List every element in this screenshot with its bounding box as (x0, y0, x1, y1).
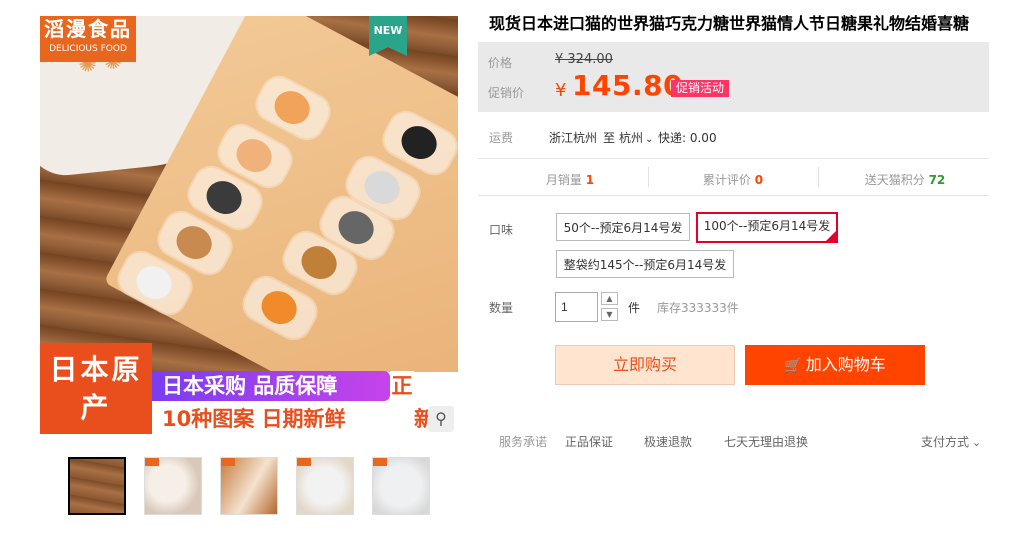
divider (478, 158, 989, 159)
price-panel: 价格 ¥ 324.00 促销价 ¥ 145.80 促销活动 (478, 42, 989, 112)
payment-methods-toggle[interactable]: 支付方式 ⌄ (921, 433, 981, 450)
flavor-option-whole-bag[interactable]: 整袋约145个--预定6月14号发 (556, 250, 734, 278)
service-item-genuine[interactable]: 正品保证 (565, 433, 613, 450)
promo-badge[interactable]: 促销活动 (671, 80, 730, 97)
thumbnail-2[interactable] (144, 457, 202, 515)
total-reviews-label: 累计评价 (702, 173, 751, 187)
flavor-label: 口味 (489, 223, 514, 237)
service-item-seven-day-return[interactable]: 七天无理由退换 (724, 433, 808, 450)
shipping-to-word: 至 (603, 131, 616, 145)
shipping-destination-select[interactable]: 杭州 ⌄ (619, 129, 653, 146)
thumbnail-4[interactable] (296, 457, 354, 515)
add-to-cart-button[interactable]: 🛒 加入购物车 (745, 345, 925, 385)
quantity-increase-button[interactable]: ▲ (601, 292, 618, 305)
promo-price: 145.80 (572, 69, 684, 102)
promo-price-label: 促销价 (488, 86, 525, 100)
thumbnail-1[interactable] (68, 457, 126, 515)
flavor-option-100-selected[interactable]: 100个--预定6月14号发 (696, 212, 838, 243)
add-to-cart-label: 加入购物车 (805, 355, 886, 374)
selected-check-icon (826, 231, 836, 241)
flavor-option-50[interactable]: 50个--预定6月14号发 (556, 213, 690, 241)
monthly-sales: 月销量 1 (520, 171, 620, 188)
shipping-label: 运费 (489, 131, 514, 145)
brand-logo-cn: 滔漫食品 (44, 17, 132, 41)
service-item-fast-refund[interactable]: 极速退款 (644, 433, 692, 450)
tmall-points: 送天猫积分 72 (850, 171, 960, 188)
quantity-unit: 件 (628, 301, 641, 315)
total-reviews-value: 0 (754, 173, 764, 187)
tmall-points-label: 送天猫积分 (864, 173, 925, 187)
shipping-from: 浙江杭州 (549, 131, 598, 145)
product-title: 现货日本进口猫的世界猫巧克力糖世界猫情人节日糖果礼物结婚喜糖 (489, 14, 970, 33)
brand-logo-en: DELICIOUS FOOD (49, 44, 127, 54)
original-price: ¥ 324.00 (555, 52, 613, 67)
divider (478, 195, 989, 196)
monthly-sales-value: 1 (585, 173, 595, 187)
banner-tag-quality: 日本采购 品质保障 (152, 371, 390, 401)
quantity-label: 数量 (489, 301, 514, 315)
quantity-input[interactable]: 1 (555, 292, 598, 322)
banner-tag-fresh: 10种图案 日期新鲜 (162, 407, 346, 431)
product-main-image[interactable]: ✺ ✺ 滔漫食品 DELICIOUS FOOD NEW 日本原产 日本采购 品质… (40, 16, 458, 434)
origin-banner: 日本原产 (40, 343, 152, 434)
total-reviews[interactable]: 累计评价 0 (683, 171, 783, 188)
chevron-down-icon: ⌄ (972, 436, 982, 449)
banner-tag-quality-tail: 正 (390, 371, 414, 401)
quantity-decrease-button[interactable]: ▼ (601, 308, 618, 321)
price-label: 价格 (488, 56, 513, 70)
express-fee: 快递: 0.00 (658, 131, 717, 145)
chevron-down-icon: ⌄ (645, 134, 654, 145)
divider (648, 167, 649, 187)
service-label: 服务承诺 (499, 435, 548, 449)
monthly-sales-label: 月销量 (545, 173, 582, 187)
cart-icon: 🛒 (784, 358, 802, 374)
stock-count: 库存333333件 (657, 301, 739, 315)
currency-symbol: ¥ (555, 80, 567, 101)
flavor-option-label: 100个--预定6月14号发 (703, 219, 831, 233)
buy-now-button[interactable]: 立即购买 (555, 345, 735, 385)
brand-logo: 滔漫食品 DELICIOUS FOOD (40, 16, 136, 62)
tmall-points-value: 72 (928, 173, 946, 187)
thumbnail-3[interactable] (220, 457, 278, 515)
payment-methods-label: 支付方式 (921, 435, 970, 449)
thumbnail-5[interactable] (372, 457, 430, 515)
divider (818, 167, 819, 187)
zoom-icon[interactable]: ⚲ (428, 406, 454, 432)
shipping-to: 杭州 (619, 131, 644, 145)
